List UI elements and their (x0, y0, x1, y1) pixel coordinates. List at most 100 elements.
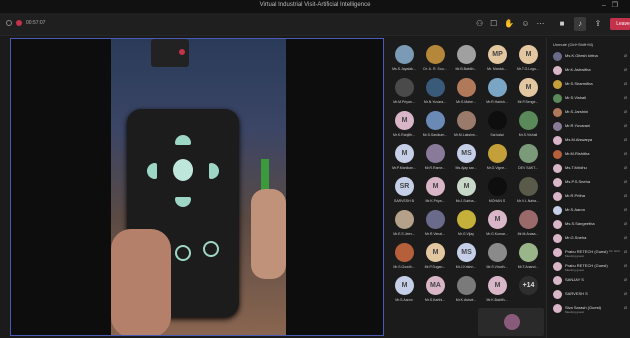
participant-row[interactable]: Mr.S.Sharmitha ⌀ (547, 78, 630, 92)
participant-tile[interactable]: Mr.S.Gowth... (389, 241, 419, 274)
participant-row[interactable]: Mr.M.Rishitha ⌀ (547, 148, 630, 162)
participant-row[interactable]: Prabu RETECH (Guest) Meeting guest ⌀ (547, 260, 630, 274)
participant-tile[interactable]: Ms.S.Jayalak... (389, 43, 419, 76)
camera-icon[interactable]: ■ (556, 17, 568, 31)
participant-tile[interactable]: Mr.S.Mahe... (451, 76, 481, 109)
participant-tile[interactable]: Mr.S.Vishali (513, 109, 543, 142)
participant-status: Meeting guest (565, 268, 584, 272)
avatar (457, 111, 476, 130)
participant-tile[interactable]: MOHAN S (482, 175, 512, 208)
participants-panel: Unmute (Ctrl+Shift+M) Ms.K.Gitesh kirtna… (546, 38, 630, 338)
participant-name: Mr.P.Manikan... (392, 166, 416, 170)
chat-icon[interactable]: ☐ (490, 19, 497, 28)
participant-row[interactable]: Ms.M.Aiswarya ⌀ (547, 134, 630, 148)
participant-name: Mr.R.Pritha (565, 193, 586, 198)
participant-tile[interactable]: MP Mr. Manick... (482, 43, 512, 76)
participant-row[interactable]: Mr.K.Ashwitha ⌀ (547, 64, 630, 78)
shared-video-stage[interactable] (10, 38, 384, 336)
participant-row[interactable]: Mr.S.Vishali ⌀ (547, 92, 630, 106)
meeting-status: 00:57:07 (6, 20, 45, 26)
avatar (553, 108, 562, 117)
participant-tile[interactable]: Dr. A. R. Sou... (420, 43, 450, 76)
participant-tile[interactable]: Mr.B.Babith... (451, 43, 481, 76)
participant-tile[interactable]: MS Ms.Ajay sar... (451, 142, 481, 175)
participant-tile[interactable]: Mr.M.Arasa... (513, 208, 543, 241)
window-controls[interactable]: –❐ (602, 1, 624, 9)
participant-tile[interactable]: M Mr.P.Senge... (513, 76, 543, 109)
participant-tile[interactable]: Mr.R.Vimal... (420, 208, 450, 241)
participant-tile[interactable]: DEV SAKT... (513, 142, 543, 175)
participant-tile[interactable]: Mr.G.Vijay (451, 208, 481, 241)
participant-tile[interactable]: M Mr.K.Priya... (420, 175, 450, 208)
participant-row[interactable]: Prabu RETECH (Guest) Meeting guest On hold… (547, 246, 630, 260)
mic-icon[interactable]: ♪ (574, 17, 586, 31)
participant-tile[interactable]: SR SARVESH B (389, 175, 419, 208)
participant-row[interactable]: Ms.P.S.Sneha ⌀ (547, 176, 630, 190)
participant-tile[interactable]: Mr.M.Priyan... (389, 76, 419, 109)
participant-tile[interactable]: M Mr.G.Kumar... (482, 208, 512, 241)
avatar: MS (457, 144, 476, 163)
participant-tile[interactable]: Mr.T.Anand... (513, 241, 543, 274)
minimize-icon[interactable]: – (602, 2, 612, 9)
participant-tile[interactable]: Mr.E.S.Jeev... (389, 208, 419, 241)
participant-tile[interactable]: M Mr.K.Babith... (482, 274, 512, 307)
reactions-icon[interactable]: ☺ (521, 19, 529, 28)
participant-tile[interactable]: M Mr.P.Manikan... (389, 142, 419, 175)
participant-row[interactable]: Mr.S.Aaron ⌀ (547, 204, 630, 218)
participant-row[interactable]: Ms.T.Mridhu ⌀ (547, 162, 630, 176)
participant-row[interactable]: SARVESH S ⌀ (547, 288, 630, 302)
more-icon[interactable]: ⋯ (536, 19, 544, 28)
participant-tile[interactable]: Mr.S.Sasikum... (420, 109, 450, 142)
participant-tile[interactable]: M Mr.K.Ranjith... (389, 109, 419, 142)
avatar: M (395, 144, 414, 163)
avatar (488, 243, 507, 262)
participant-tile[interactable]: MA Mr.S.Karthi... (420, 274, 450, 307)
participant-name: Mr.S.Mahe... (456, 100, 476, 104)
participant-tile[interactable]: +14 (513, 274, 543, 307)
participant-tile[interactable]: Mr.M.Lakshm... (451, 109, 481, 142)
participant-tile[interactable]: Mr.G.Vigne... (482, 142, 512, 175)
participant-tile[interactable]: Mr.K.Ashwi... (451, 274, 481, 307)
participant-tile[interactable]: Mr.V.L.Naha... (513, 175, 543, 208)
participant-name: Mr.R.Harish... (486, 100, 508, 104)
participant-tile[interactable]: MS Mr.J.Krishn... (451, 241, 481, 274)
avatar (553, 136, 562, 145)
raise-hand-icon[interactable]: ✋ (504, 19, 514, 28)
restore-icon[interactable]: ❐ (612, 2, 624, 9)
share-icon[interactable]: ⇪ (592, 17, 604, 31)
participant-name: Mr.G.Kumar... (486, 232, 508, 236)
participant-row[interactable]: Mr.G.Sneha ⌀ (547, 232, 630, 246)
participant-name: Mr.S.Vishali (518, 133, 538, 137)
avatar: M (395, 276, 414, 295)
participant-tile[interactable]: M Mr.P.Sugan... (420, 241, 450, 274)
mic-off-icon: ⌀ (623, 123, 627, 129)
self-view[interactable] (478, 308, 544, 336)
participant-row[interactable]: Mr.S.Jarshini ⌀ (547, 106, 630, 120)
participant-tile[interactable]: Mr.S.Vinoth... (482, 241, 512, 274)
avatar (426, 111, 445, 130)
leave-button[interactable]: Leave (610, 18, 630, 30)
avatar (553, 52, 562, 61)
participant-grid: Ms.S.Jayalak... Dr. A. R. Sou... Mr.B.Babi… (386, 38, 544, 302)
participant-tile[interactable]: Mr.N.Yuvara... (420, 76, 450, 109)
participant-tile[interactable]: M Mr.T.G.Logu... (513, 43, 543, 76)
participant-name: Mr.S.Jarshini (565, 109, 589, 114)
participant-row[interactable]: Mr.R.Pritha ⌀ (547, 190, 630, 204)
participant-name: Mr.G.Vijay (457, 232, 475, 236)
participant-row[interactable]: SANJAY S ⌀ (547, 274, 630, 288)
avatar (553, 66, 562, 75)
avatar (395, 243, 414, 262)
participant-status: Meeting guest (565, 254, 584, 258)
participant-tile[interactable]: M Mr.J.Subha... (451, 175, 481, 208)
participant-tile[interactable]: Sai kalai (482, 109, 512, 142)
participant-row[interactable]: Ms.K.Gitesh kirtna ⌀ (547, 50, 630, 64)
participant-tile[interactable]: M Mr.S.Aaron (389, 274, 419, 307)
people-icon[interactable]: ⚇ (476, 19, 483, 28)
participant-tile[interactable]: Mr.R.Harish... (482, 76, 512, 109)
participant-row[interactable]: Mr.R.Yuvarani ⌀ (547, 120, 630, 134)
participant-tile[interactable]: Mr.R.Rame... (420, 142, 450, 175)
participant-name: Ms.S.Sangeetha (565, 221, 595, 226)
participant-row[interactable]: Ms.S.Sangeetha ⌀ (547, 218, 630, 232)
participant-row[interactable]: Siva Sarash (Guest) Meeting guest ⌀ (547, 302, 630, 316)
mic-off-icon: ⌀ (623, 151, 627, 157)
